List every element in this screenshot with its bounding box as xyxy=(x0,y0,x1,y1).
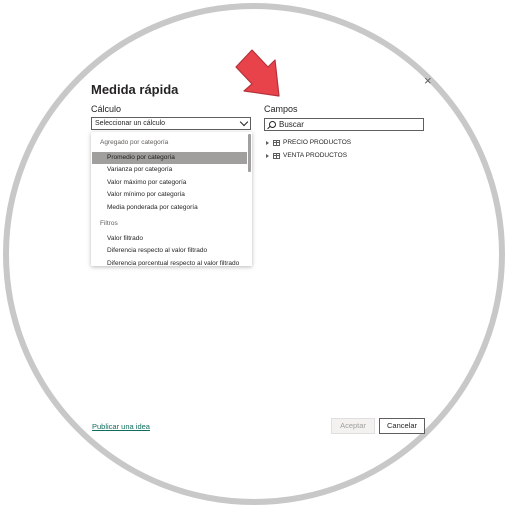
dropdown-item[interactable]: Diferencia porcentual respecto al valor … xyxy=(92,258,247,266)
close-icon[interactable]: × xyxy=(424,73,432,88)
dialog-title: Medida rápida xyxy=(91,82,179,97)
calculation-select[interactable]: Seleccionar un cálculo xyxy=(91,117,251,130)
cancel-button[interactable]: Cancelar xyxy=(379,418,425,434)
dropdown-item[interactable]: Diferencia respecto al valor filtrado xyxy=(92,245,247,257)
field-table-venta-productos[interactable]: VENTA PRODUCTOS xyxy=(266,151,366,161)
search-input[interactable]: Buscar xyxy=(264,118,424,131)
dropdown-group-header: Agregado por categoría xyxy=(100,139,169,146)
dropdown-item[interactable]: Valor filtrado xyxy=(92,233,247,245)
fields-label: Campos xyxy=(264,104,298,114)
dropdown-item[interactable]: Promedio por categoría xyxy=(92,152,247,164)
table-icon xyxy=(273,140,280,146)
search-placeholder: Buscar xyxy=(279,120,304,129)
field-table-precio-productos[interactable]: PRECIO PRODUCTOS xyxy=(266,138,366,148)
dropdown-group-header: Filtros xyxy=(100,220,118,227)
accept-button[interactable]: Aceptar xyxy=(331,418,375,434)
field-table-label: PRECIO PRODUCTOS xyxy=(283,139,352,146)
field-table-label: VENTA PRODUCTOS xyxy=(283,152,348,159)
chevron-right-icon[interactable] xyxy=(266,154,269,158)
publish-idea-link[interactable]: Publicar una idea xyxy=(92,422,150,431)
dropdown-item[interactable]: Varianza por categoría xyxy=(92,164,247,176)
dropdown-item[interactable]: Media ponderada por categoría xyxy=(92,202,247,214)
calculation-select-value: Seleccionar un cálculo xyxy=(95,120,166,127)
red-arrow-icon xyxy=(235,49,280,97)
dropdown-item[interactable]: Valor mínimo por categoría xyxy=(92,189,247,201)
chevron-down-icon xyxy=(239,117,249,127)
dropdown-item[interactable]: Valor máximo por categoría xyxy=(92,177,247,189)
calculation-label: Cálculo xyxy=(91,104,122,114)
search-icon xyxy=(269,121,276,128)
calculation-dropdown[interactable]: Agregado por categoría Promedio por cate… xyxy=(91,132,252,266)
chevron-right-icon[interactable] xyxy=(266,141,269,145)
table-icon xyxy=(273,153,280,159)
dropdown-scrollbar[interactable] xyxy=(248,134,251,172)
